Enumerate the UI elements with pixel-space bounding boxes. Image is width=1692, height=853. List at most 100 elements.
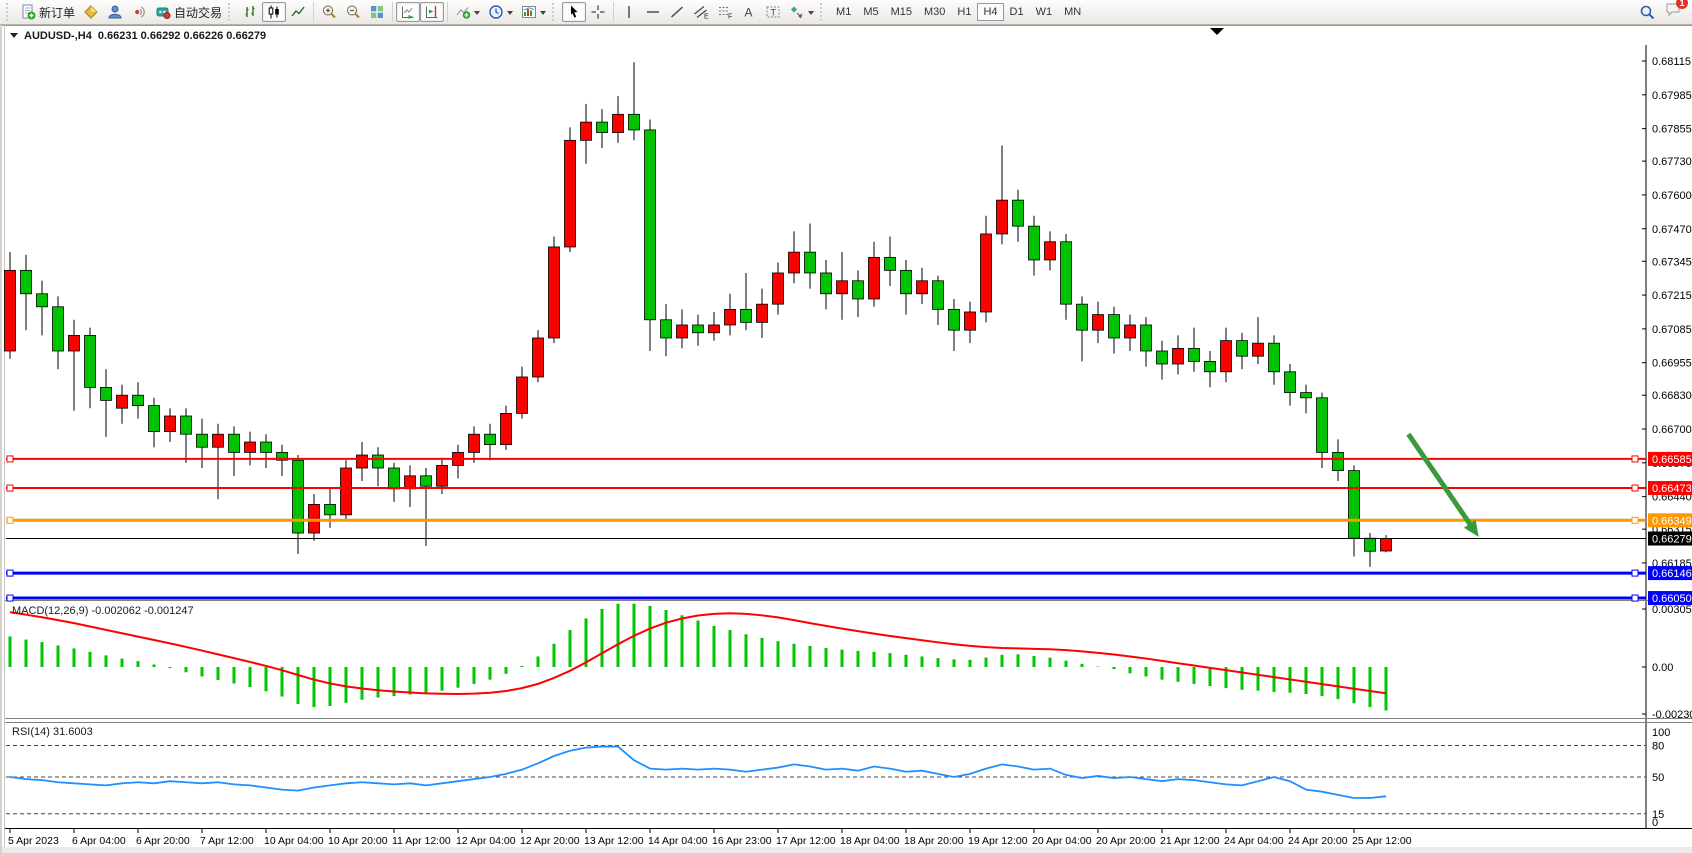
macd-panel: 0.0030520.00-0.002306	[10, 604, 1692, 721]
horizontal-line-0.66050[interactable]: 0.66050	[6, 591, 1692, 605]
svg-text:19 Apr 12:00: 19 Apr 12:00	[968, 835, 1028, 847]
line-handle[interactable]	[1632, 595, 1638, 601]
timeframe-m1[interactable]: M1	[830, 3, 857, 21]
main-toolbar: 新订单 自动交易	[0, 0, 1692, 25]
vertical-line-icon	[621, 4, 637, 20]
line-handle[interactable]	[1632, 570, 1638, 576]
line-handle[interactable]	[7, 485, 13, 491]
toolbar-grip[interactable]	[228, 3, 234, 21]
line-chart-mode-button[interactable]	[286, 2, 310, 22]
candle-down	[901, 270, 912, 293]
candle-down	[1205, 361, 1216, 371]
svg-text:0.67470: 0.67470	[1652, 224, 1692, 236]
price-chart-canvas[interactable]: 0.681150.679850.678550.677300.676000.674…	[2, 25, 1692, 853]
svg-text:0.66830: 0.66830	[1652, 390, 1692, 402]
line-handle[interactable]	[7, 595, 13, 601]
toolbar-grip[interactable]	[552, 3, 558, 21]
line-handle[interactable]	[1632, 456, 1638, 462]
chart-shift-icon	[424, 4, 440, 20]
signals-icon	[131, 4, 147, 20]
auto-scroll-icon	[400, 4, 416, 20]
text-label-tool-button[interactable]: T	[761, 2, 785, 22]
horizontal-line-0.66146[interactable]: 0.66146	[6, 566, 1692, 580]
crosshair-tool-button[interactable]	[586, 2, 610, 22]
line-handle[interactable]	[7, 456, 13, 462]
signals-button[interactable]	[127, 2, 151, 22]
crosshair-icon	[590, 4, 606, 20]
search-icon[interactable]	[1639, 4, 1656, 21]
svg-text:0: 0	[1652, 817, 1658, 829]
notifications-button[interactable]: 1	[1664, 1, 1682, 23]
candle-down	[693, 325, 704, 333]
chart-shift-button[interactable]	[420, 2, 444, 22]
timeframe-h4[interactable]: H4	[977, 3, 1003, 21]
autotrade-button[interactable]: 自动交易	[151, 2, 226, 22]
timeframe-w1[interactable]: W1	[1030, 3, 1059, 21]
candle-down	[949, 309, 960, 330]
candle-up	[789, 252, 800, 273]
toolbar-grip[interactable]	[6, 3, 12, 21]
shapes-tool-button[interactable]	[785, 2, 818, 22]
candle-up	[1093, 315, 1104, 331]
candlestick-mode-button[interactable]	[262, 2, 286, 22]
candle-up	[517, 377, 528, 413]
current-price-line: 0.66279	[6, 532, 1692, 546]
timeframe-m30[interactable]: M30	[918, 3, 951, 21]
timeframe-m5[interactable]: M5	[857, 3, 884, 21]
svg-text:0.66700: 0.66700	[1652, 424, 1692, 436]
svg-text:12 Apr 04:00: 12 Apr 04:00	[456, 835, 516, 847]
horizontal-line-tool-button[interactable]	[641, 2, 665, 22]
toolbar-grip[interactable]	[820, 3, 826, 21]
candle-up	[965, 312, 976, 330]
timeframe-h1[interactable]: H1	[951, 3, 977, 21]
symbol-dropdown-icon	[10, 33, 18, 42]
candle-up	[309, 504, 320, 533]
line-handle[interactable]	[7, 517, 13, 523]
channel-tool-button[interactable]: E	[689, 2, 713, 22]
templates-button[interactable]	[517, 2, 550, 22]
timeframe-d1[interactable]: D1	[1004, 3, 1030, 21]
candle-down	[37, 294, 48, 307]
zoom-out-button[interactable]	[341, 2, 365, 22]
chart-title-symbol: AUDUSD-,H4	[24, 30, 92, 42]
candle-down	[645, 130, 656, 320]
bar-chart-mode-button[interactable]	[238, 2, 262, 22]
horizontal-line-0.66349[interactable]: 0.66349	[6, 513, 1692, 527]
candle-down	[1189, 348, 1200, 361]
timeframe-m15[interactable]: M15	[885, 3, 918, 21]
toolbar-separator	[613, 2, 614, 22]
candle-down	[229, 434, 240, 452]
trendline-tool-button[interactable]	[665, 2, 689, 22]
candle-up	[613, 114, 624, 132]
svg-text:0.00: 0.00	[1652, 662, 1673, 674]
new-order-button[interactable]: 新订单	[16, 2, 79, 22]
candle-up	[1253, 343, 1264, 356]
timeframe-mn[interactable]: MN	[1058, 3, 1087, 21]
chart-title[interactable]: AUDUSD-,H4 0.66231 0.66292 0.66226 0.662…	[10, 29, 266, 42]
auto-scroll-button[interactable]	[396, 2, 420, 22]
zoom-in-button[interactable]	[317, 2, 341, 22]
candle-up	[677, 325, 688, 338]
candle-down	[485, 434, 496, 444]
candle-up	[997, 200, 1008, 234]
navigator-button[interactable]	[103, 2, 127, 22]
svg-text:T: T	[771, 8, 777, 18]
horizontal-line-0.66585[interactable]: 0.66585	[6, 452, 1692, 466]
line-handle[interactable]	[1632, 485, 1638, 491]
text-tool-button[interactable]: A	[737, 2, 761, 22]
indicators-button[interactable]	[451, 2, 484, 22]
candle-up	[725, 309, 736, 325]
line-handle[interactable]	[7, 570, 13, 576]
cursor-icon	[566, 4, 582, 20]
candle-down	[1365, 538, 1376, 551]
vertical-line-tool-button[interactable]	[617, 2, 641, 22]
svg-text:21 Apr 12:00: 21 Apr 12:00	[1160, 835, 1220, 847]
market-watch-button[interactable]	[79, 2, 103, 22]
candle-up	[709, 325, 720, 333]
periods-button[interactable]	[484, 2, 517, 22]
line-handle[interactable]	[1632, 517, 1638, 523]
cursor-tool-button[interactable]	[562, 2, 586, 22]
fibonacci-tool-button[interactable]: F	[713, 2, 737, 22]
candle-up	[69, 335, 80, 351]
tile-windows-button[interactable]	[365, 2, 389, 22]
